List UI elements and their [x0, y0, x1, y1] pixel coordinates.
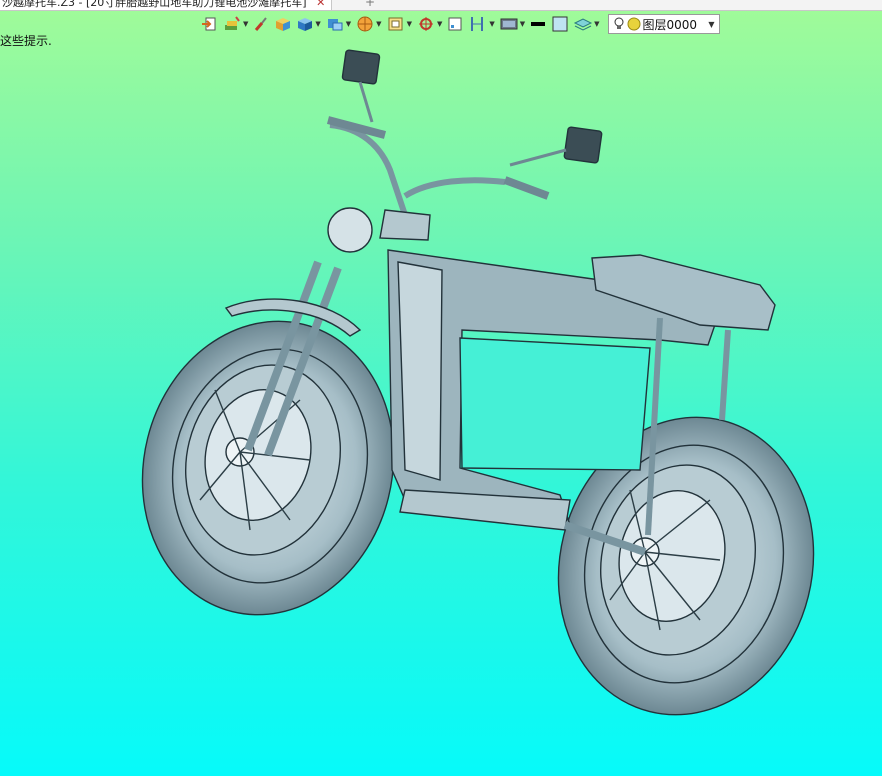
chevron-down-icon[interactable]: ▼: [315, 20, 320, 28]
paint-layers-button[interactable]: ▼: [222, 13, 248, 35]
left-mirror: [341, 49, 381, 85]
view-cube-icon: [327, 19, 343, 31]
blue-cube-button[interactable]: ▼: [296, 13, 321, 35]
layer-stack-icon: [574, 18, 593, 31]
chevron-down-icon[interactable]: ▼: [437, 20, 442, 28]
chevron-down-icon[interactable]: ▼: [346, 20, 351, 28]
line-color-swatch: [531, 22, 546, 26]
close-icon[interactable]: ✕: [316, 0, 325, 9]
seat: [591, 254, 776, 331]
chevron-down-icon[interactable]: ▼: [708, 20, 714, 29]
document-tab[interactable]: 沙越摩托车.Z3 - [20寸胖胎越野山地车助力锂电池沙滩摩托车] ✕: [0, 0, 333, 10]
chevron-down-icon[interactable]: ▼: [243, 20, 248, 28]
motorcycle-model: [141, 49, 815, 716]
sun-icon: [627, 17, 641, 31]
document-tab-bar: 沙越摩托车.Z3 - [20寸胖胎越野山地车助力锂电池沙滩摩托车] ✕ +: [0, 0, 882, 11]
brush-icon: [255, 17, 268, 31]
display-settings-button[interactable]: ▼: [499, 13, 525, 35]
rear-wheel: [557, 416, 815, 716]
render-sphere-button[interactable]: ▼: [355, 13, 382, 35]
display-settings-icon: [500, 18, 518, 30]
paint-layers-icon: [225, 16, 240, 30]
front-wheel: [141, 320, 395, 616]
brush-button[interactable]: [252, 13, 270, 35]
front-fork: [224, 260, 362, 457]
snap-target-icon: [418, 17, 433, 31]
chevron-down-icon[interactable]: ▼: [520, 20, 525, 28]
solid-box-icon: [276, 18, 291, 31]
fill-color-swatch: [552, 16, 568, 32]
line-color-button[interactable]: [529, 13, 547, 35]
grid-button[interactable]: [446, 13, 464, 35]
layer-select[interactable]: 图层0000 ▼: [607, 14, 720, 34]
chevron-down-icon[interactable]: ▼: [489, 20, 494, 28]
align-button[interactable]: ▼: [468, 13, 495, 35]
fill-color-button[interactable]: [551, 13, 569, 35]
lightbulb-icon: [614, 17, 624, 29]
chevron-down-icon[interactable]: ▼: [407, 20, 412, 28]
solid-box-button[interactable]: [274, 13, 292, 35]
view-toolbar: ▼ ▼ ▼ ▼ ▼ ▼ ▼ ▼ ▼ 图层0000 ▼: [200, 12, 720, 36]
model-viewport[interactable]: [0, 0, 882, 776]
snap-target-button[interactable]: ▼: [416, 13, 442, 35]
grid-icon: [448, 17, 462, 31]
handlebar: [329, 122, 506, 231]
blue-cube-icon: [298, 18, 313, 31]
document-tab-title: 沙越摩托车.Z3 - [20寸胖胎越野山地车助力锂电池沙滩摩托车]: [2, 0, 307, 9]
view-cube-button[interactable]: ▼: [325, 13, 351, 35]
layer-stack-button[interactable]: ▼: [573, 13, 600, 35]
new-tab-icon[interactable]: +: [365, 0, 375, 9]
headlight: [327, 207, 373, 253]
layer-name: 图层0000: [642, 17, 698, 32]
shaded-frame-button[interactable]: ▼: [386, 13, 412, 35]
render-sphere-icon: [357, 16, 373, 32]
export-icon: [202, 17, 216, 31]
frame: [387, 249, 731, 556]
align-icon: [471, 17, 484, 31]
status-hint: 这些提示.: [0, 34, 52, 48]
chevron-down-icon[interactable]: ▼: [594, 20, 599, 28]
export-button[interactable]: [200, 13, 218, 35]
chevron-down-icon[interactable]: ▼: [376, 20, 381, 28]
right-mirror: [563, 126, 603, 164]
shaded-frame-icon: [388, 17, 403, 31]
